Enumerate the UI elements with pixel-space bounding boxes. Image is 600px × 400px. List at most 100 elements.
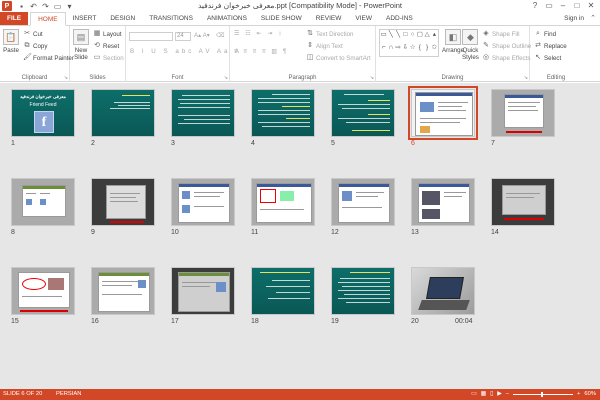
font-name-box[interactable] [129,32,173,41]
clear-format-icon[interactable]: ⌫ [216,32,225,39]
replace-button[interactable]: ⇄ Replace [534,42,567,50]
slide-thumbnail[interactable] [91,267,155,315]
format-painter-button[interactable]: 🖌 Format Painter [23,54,74,62]
minimize-button[interactable]: – [556,0,570,12]
tab-design[interactable]: DESIGN [103,12,142,25]
tab-slide-show[interactable]: SLIDE SHOW [254,12,309,25]
shapes-gallery[interactable]: ▭ ╲ ╲ □ ○ ▢ △ ▴ ⌐ ∩ ⇨ ⇩ ☆{} ✩ [379,29,439,57]
shape-star2-icon[interactable]: ✩ [431,43,438,56]
text-direction-button[interactable]: ⇅ Text Direction [306,30,353,38]
shape-more-icon[interactable]: ▴ [431,30,438,43]
slide-thumbnail[interactable] [251,89,315,137]
collapse-ribbon-icon[interactable]: ⌃ [590,12,596,26]
drawing-launcher-icon[interactable]: ↘ [524,75,528,81]
list-buttons[interactable]: ☰ ☷ ⇤ ⇥ ↕ [234,30,283,37]
close-button[interactable]: ✕ [584,0,598,12]
shape-textbox-icon[interactable]: ▭ [380,30,387,43]
shape-oval-icon[interactable]: ○ [409,30,416,43]
shape-triangle-icon[interactable]: △ [424,30,431,43]
slide-thumbnail[interactable] [331,89,395,137]
grow-font-button[interactable]: A▴ A▾ [194,32,210,39]
shape-brace-r-icon[interactable]: } [424,43,431,56]
font-launcher-icon[interactable]: ↘ [224,75,228,81]
slide-thumbnail[interactable] [11,267,75,315]
align-buttons[interactable]: ≡ ≡ ≡ ≡ ▥ ¶ [234,48,288,55]
slide-thumbnail[interactable] [411,267,475,315]
paragraph-launcher-icon[interactable]: ↘ [370,75,374,81]
clipboard-launcher-icon[interactable]: ↘ [64,75,68,81]
slide-thumbnail[interactable] [251,178,315,226]
zoom-out-icon[interactable]: – [506,389,509,400]
paste-button[interactable]: 📋 Paste [3,29,19,54]
cut-button[interactable]: ✂ Cut [23,30,43,38]
sign-in-link[interactable]: Sign in [564,12,584,26]
save-icon[interactable]: ▪ [17,2,26,11]
shape-arrow-d-icon[interactable]: ⇩ [402,43,409,56]
slide-sorter-view-icon[interactable]: ▦ [481,389,486,400]
ribbon-display-button[interactable]: ▭ [542,0,556,12]
slide-thumbnail[interactable] [331,178,395,226]
slide-thumbnail[interactable]: معرفی خبرخوان فرندفید Friend Feed f [11,89,75,137]
shape-star-icon[interactable]: ☆ [409,43,416,56]
slide-sorter[interactable]: معرفی خبرخوان فرندفید Friend Feed f 1 2 … [0,83,600,389]
tab-file[interactable]: FILE [0,12,29,25]
zoom-in-icon[interactable]: + [577,389,580,400]
slide-thumbnail[interactable] [11,178,75,226]
shape-curve-icon[interactable]: ∩ [387,43,394,56]
language-status[interactable]: PERSIAN [56,389,81,400]
slide-thumbnail[interactable] [171,89,235,137]
tab-add-ins[interactable]: ADD-INS [379,12,420,25]
tab-transitions[interactable]: TRANSITIONS [142,12,200,25]
start-from-beginning-icon[interactable]: ▭ [53,2,62,11]
shape-outline-button[interactable]: ✎ Shape Outline [482,42,531,50]
slide-thumbnail[interactable] [491,178,555,226]
tab-insert[interactable]: INSERT [66,12,104,25]
shape-line-icon[interactable]: ╲ [387,30,394,43]
powerpoint-icon[interactable]: P [2,1,12,11]
maximize-button[interactable]: □ [570,0,584,12]
slide-thumbnail[interactable] [491,89,555,137]
shape-fill-button[interactable]: ◈ Shape Fill [482,30,519,38]
normal-view-icon[interactable]: ▭ [471,389,476,400]
select-button[interactable]: ↖ Select [534,54,561,62]
zoom-slider-thumb[interactable] [541,392,543,397]
slide-thumbnail[interactable] [331,267,395,315]
slide-thumbnail[interactable] [171,178,235,226]
section-button[interactable]: ▭ Section [93,54,124,62]
slide-thumbnail[interactable] [251,267,315,315]
slide-thumbnail[interactable] [91,178,155,226]
undo-icon[interactable]: ↶ [29,2,38,11]
tab-animations[interactable]: ANIMATIONS [200,12,254,25]
slide-thumbnail[interactable] [91,89,155,137]
new-slide-button[interactable]: ▤ New Slide [73,29,89,61]
slide-thumbnail[interactable] [171,267,235,315]
shape-line2-icon[interactable]: ╲ [395,30,402,43]
align-text-button[interactable]: ⇕ Align Text [306,42,343,50]
reset-button[interactable]: ⟲ Reset [93,42,119,50]
tab-view[interactable]: VIEW [348,12,379,25]
slide-thumbnail[interactable] [411,178,475,226]
zoom-level[interactable]: 60% [584,389,596,400]
tab-home[interactable]: HOME [30,12,66,26]
arrange-button[interactable]: ◧ Arrange [442,29,464,54]
shape-angle-icon[interactable]: ⌐ [380,43,387,56]
tab-review[interactable]: REVIEW [309,12,349,25]
font-size-box[interactable]: 24 [175,32,191,41]
slide-thumbnail-selected[interactable] [408,86,478,140]
font-style-buttons[interactable]: B I U S abc AV Aa A [130,48,242,55]
shape-arrow-r-icon[interactable]: ⇨ [395,43,402,56]
shape-rounded-icon[interactable]: ▢ [416,30,423,43]
zoom-slider[interactable] [513,392,573,397]
shape-effects-button[interactable]: ◎ Shape Effects [482,54,530,62]
slideshow-view-icon[interactable]: ▶ [497,389,501,400]
shape-brace-l-icon[interactable]: { [416,43,423,56]
customize-icon[interactable]: ▾ [65,2,74,11]
shape-rect-icon[interactable]: □ [402,30,409,43]
help-button[interactable]: ? [528,0,542,12]
layout-button[interactable]: ▦ Layout [93,30,122,38]
copy-button[interactable]: ⧉ Copy [23,42,48,50]
reading-view-icon[interactable]: ▯ [490,389,493,400]
quick-styles-button[interactable]: ◆ Quick Styles [462,29,479,61]
find-button[interactable]: ⌕ Find [534,30,556,38]
redo-icon[interactable]: ↷ [41,2,50,11]
